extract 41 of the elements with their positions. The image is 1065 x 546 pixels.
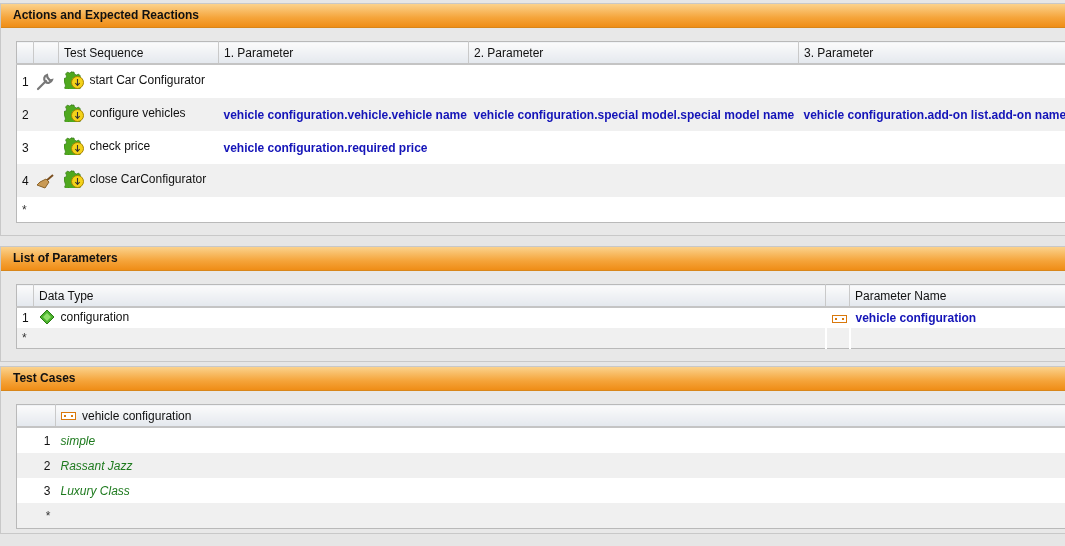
- row-number: 2: [22, 107, 29, 122]
- panel-header: Test Cases: [1, 367, 1065, 391]
- action-name: start Car Configurator: [89, 73, 205, 87]
- parameter-icon: [831, 314, 847, 323]
- row-number: 1: [22, 74, 29, 89]
- action-name: close CarConfigurator: [89, 172, 207, 186]
- test-case-name[interactable]: simple: [60, 433, 96, 448]
- column-header-label: vehicle configuration: [82, 408, 192, 423]
- column-header[interactable]: Data Type: [33, 284, 826, 307]
- gear-icon: [63, 71, 84, 89]
- parameter-link[interactable]: vehicle configuration.required price: [223, 140, 428, 155]
- column-header[interactable]: 2. Parameter: [468, 41, 799, 64]
- row-number: 1: [22, 311, 29, 325]
- column-header[interactable]: Parameter Name: [849, 284, 1065, 307]
- parameter-icon: [61, 411, 76, 420]
- broom-icon: [35, 172, 54, 189]
- column-header[interactable]: Test Sequence: [58, 41, 219, 64]
- test-case-name[interactable]: Rassant Jazz: [60, 458, 133, 473]
- wrench-icon: [35, 72, 54, 91]
- gear-icon: [63, 137, 84, 155]
- new-row-marker: *: [22, 202, 27, 217]
- data-type: configuration: [60, 309, 130, 324]
- gear-icon: [63, 170, 84, 188]
- new-row-marker: *: [22, 331, 27, 345]
- new-row-marker: *: [45, 508, 51, 523]
- column-header[interactable]: 3. Parameter: [798, 41, 1065, 64]
- gear-icon: [63, 104, 84, 122]
- row-number: 3: [22, 140, 29, 155]
- action-name: configure vehicles: [89, 106, 186, 120]
- parameter-name[interactable]: vehicle configuration: [855, 311, 977, 325]
- panel-header: List of Parameters: [1, 247, 1065, 271]
- action-name: check price: [89, 139, 151, 153]
- column-header[interactable]: vehicle configuration: [55, 404, 1065, 427]
- test-case-name[interactable]: Luxury Class: [60, 483, 130, 498]
- row-number: 3: [43, 483, 51, 498]
- row-number: 2: [43, 458, 51, 473]
- diamond-icon: [38, 308, 55, 325]
- column-header[interactable]: 1. Parameter: [218, 41, 469, 64]
- row-number: 1: [43, 433, 51, 448]
- row-number: 4: [22, 173, 29, 188]
- panel-header: Actions and Expected Reactions: [1, 4, 1065, 28]
